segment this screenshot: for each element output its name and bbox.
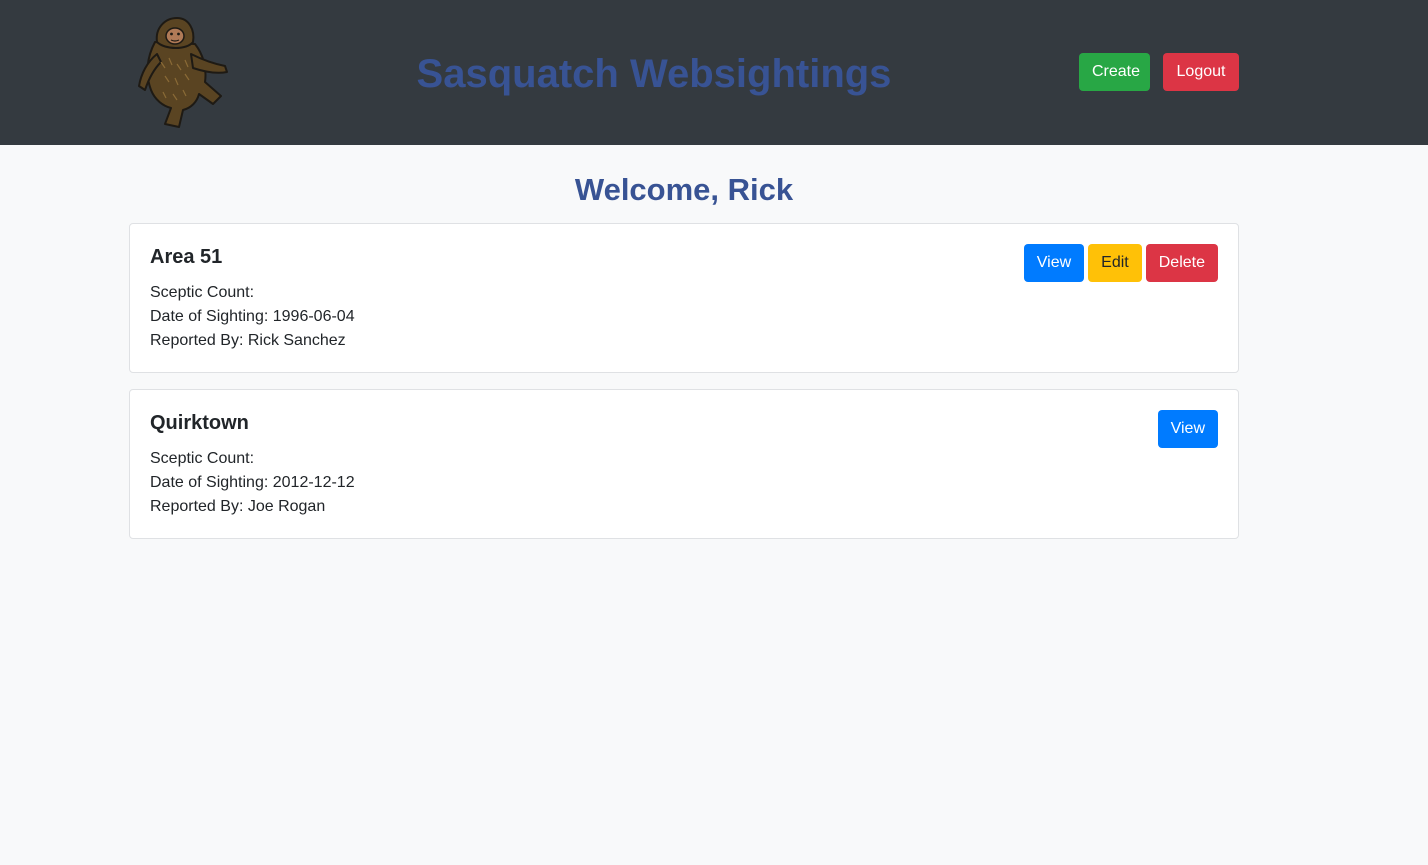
logout-button[interactable]: Logout — [1163, 53, 1239, 91]
navbar: Sasquatch Websightings Create Logout — [0, 0, 1428, 145]
view-button[interactable]: View — [1157, 410, 1218, 448]
sighting-date: Date of Sighting: 1996-06-04 — [150, 308, 355, 325]
sighting-location: Area 51 — [150, 246, 223, 268]
sceptic-count: Sceptic Count: — [150, 450, 255, 467]
sighting-card: Area 51 Sceptic Count: Date of Sighting:… — [129, 223, 1239, 373]
reported-by: Reported By: Joe Rogan — [150, 498, 326, 515]
reported-by: Reported By: Rick Sanchez — [150, 332, 346, 349]
create-button[interactable]: Create — [1079, 53, 1150, 91]
sighting-location: Quirktown — [150, 412, 249, 434]
sighting-date: Date of Sighting: 2012-12-12 — [150, 474, 355, 491]
sighting-actions: View — [1157, 410, 1218, 448]
edit-button[interactable]: Edit — [1088, 244, 1142, 282]
welcome-heading: Welcome, Rick — [574, 172, 794, 207]
sighting-card: Quirktown Sceptic Count: Date of Sightin… — [129, 389, 1239, 539]
sighting-actions: View Edit Delete — [1023, 244, 1218, 282]
view-button[interactable]: View — [1023, 244, 1085, 282]
delete-button[interactable]: Delete — [1145, 244, 1218, 282]
sceptic-count: Sceptic Count: — [150, 284, 255, 301]
